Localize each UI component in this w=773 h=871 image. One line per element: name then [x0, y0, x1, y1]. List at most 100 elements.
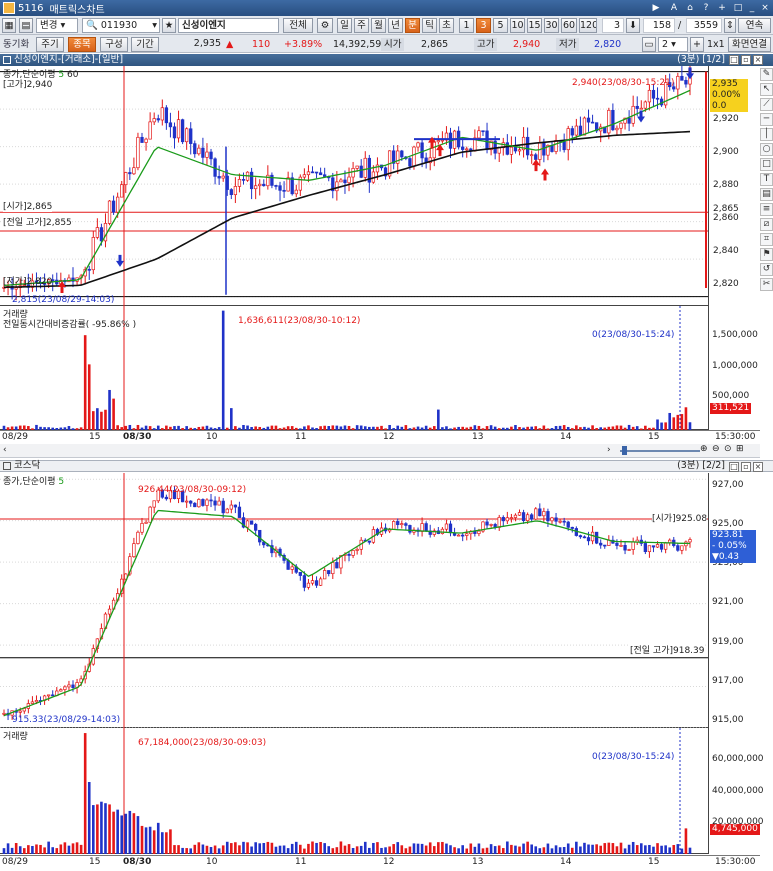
candle: [477, 530, 481, 534]
rectangle-icon[interactable]: □: [760, 158, 773, 171]
candle: [408, 525, 412, 533]
window-icon[interactable]: ▤: [19, 18, 33, 33]
split-icon[interactable]: ▭: [642, 37, 656, 52]
interval-1-button[interactable]: 1: [459, 18, 474, 33]
text-icon[interactable]: T: [760, 173, 773, 186]
vertical-line-icon[interactable]: │: [760, 128, 773, 141]
screen-link-button[interactable]: 화면연결: [728, 37, 771, 52]
config-button[interactable]: 구성: [100, 37, 128, 52]
split-select[interactable]: 2 ▾: [658, 37, 688, 52]
grid-tool-icon[interactable]: ⧄: [760, 218, 773, 231]
channel-icon[interactable]: ≡: [760, 203, 773, 216]
help-icon[interactable]: ?: [700, 2, 712, 14]
undo-icon[interactable]: ↺: [760, 263, 773, 276]
volume-bar: [672, 417, 676, 430]
continuous-button[interactable]: 연속: [738, 18, 771, 33]
scroll-thumb[interactable]: [622, 446, 627, 455]
scroll-right-icon[interactable]: ›: [607, 445, 611, 455]
favorite-icon[interactable]: ★: [162, 18, 176, 33]
zoom-out-icon[interactable]: ⊖: [712, 444, 720, 454]
spin-icon[interactable]: ⇕: [724, 18, 736, 33]
pin-icon[interactable]: +: [716, 2, 728, 14]
cycle-button[interactable]: 주기: [36, 37, 64, 52]
chart1-maximize-icon[interactable]: □: [729, 55, 739, 65]
grid-icon[interactable]: ▦: [2, 18, 16, 33]
checkbox-icon[interactable]: [3, 461, 11, 470]
candle: [331, 562, 335, 575]
range-button[interactable]: 기간: [131, 37, 159, 52]
chart2-plot[interactable]: [0, 473, 708, 728]
chart1-low-line-annotation: [저가]2,820: [3, 277, 53, 287]
candle: [249, 171, 254, 190]
horizontal-line-icon[interactable]: ─: [760, 113, 773, 126]
play-icon[interactable]: ▶: [650, 2, 662, 14]
erase-icon[interactable]: ✂: [760, 278, 773, 291]
interval-5-button[interactable]: 5: [493, 18, 508, 33]
flag-icon[interactable]: ⚑: [760, 248, 773, 261]
settings-icon[interactable]: ⚙: [317, 18, 333, 33]
period-week-button[interactable]: 주: [354, 18, 369, 33]
volume-bar: [583, 842, 586, 854]
volume-bar: [47, 841, 50, 854]
volume2-plot[interactable]: [0, 728, 708, 854]
zoom-fit-icon[interactable]: ⊞: [736, 444, 744, 454]
candle: [302, 575, 307, 588]
interval-120-button[interactable]: 120: [579, 18, 597, 33]
volume2-pane[interactable]: 거래량 67,184,000(23/08/30-09:03) 0(23/08/3…: [0, 728, 708, 854]
chart1-restore-icon[interactable]: ▫: [741, 55, 751, 65]
candle: [185, 128, 189, 143]
period-month-button[interactable]: 월: [371, 18, 386, 33]
chart2-price-pane[interactable]: 종가,단순이평 5 926.44(23/08/30-09:12) [시가]925…: [0, 473, 708, 728]
chart1-close-icon[interactable]: ×: [753, 55, 763, 65]
chart1-price-pane[interactable]: 종가,단순이평 5 60 [고가]2,940 2,940(23/08/30-15…: [0, 66, 708, 306]
scale-label[interactable]: 1x1: [707, 38, 725, 51]
home-icon[interactable]: ⌂: [684, 2, 696, 14]
period-tick-button[interactable]: 틱: [422, 18, 437, 33]
pattern-icon[interactable]: ⌗: [760, 233, 773, 246]
item-button[interactable]: 종목: [68, 37, 96, 52]
restore-icon[interactable]: □: [732, 2, 744, 14]
chart2-restore-icon[interactable]: ▫: [741, 462, 751, 472]
period-second-button[interactable]: 초: [439, 18, 454, 33]
period-year-button[interactable]: 년: [388, 18, 403, 33]
count-input[interactable]: 158: [643, 18, 675, 33]
font-icon[interactable]: A: [668, 2, 680, 14]
total-input[interactable]: 3559: [686, 18, 722, 33]
interval-15-button[interactable]: 15: [527, 18, 542, 33]
candle: [570, 128, 574, 136]
interval-10-button[interactable]: 10: [510, 18, 525, 33]
volume1-pane[interactable]: 거래량 전일동시간대비증감률( -95.86% ) 1,636,611(23/0…: [0, 306, 708, 430]
interval-60-button[interactable]: 60: [561, 18, 577, 33]
chart1-plot[interactable]: [0, 66, 708, 306]
scroll-left-icon[interactable]: ‹: [3, 445, 7, 455]
checkbox-icon[interactable]: [3, 55, 11, 64]
all-button[interactable]: 전체: [283, 18, 313, 33]
interval-input[interactable]: 3: [602, 18, 624, 33]
candle: [168, 122, 173, 128]
horizontal-scrollbar[interactable]: ‹ › ⊕ ⊖ ⊙ ⊞: [0, 444, 760, 458]
candle: [635, 105, 639, 109]
stock-code-input[interactable]: 🔍 011930 ▾: [82, 18, 160, 33]
zoom-in-icon[interactable]: ⊕: [700, 444, 708, 454]
candle: [400, 150, 404, 158]
interval-30-button[interactable]: 30: [544, 18, 559, 33]
candle: [152, 500, 156, 508]
download-icon[interactable]: ⬇: [626, 18, 640, 33]
minimize-icon[interactable]: _: [746, 2, 758, 14]
chart2-maximize-icon[interactable]: □: [729, 462, 739, 472]
pencil-icon[interactable]: ✎: [760, 68, 773, 81]
period-minute-button[interactable]: 분: [405, 18, 420, 33]
zoom-reset-icon[interactable]: ⊙: [724, 444, 732, 454]
interval-3-button[interactable]: 3: [476, 18, 491, 33]
period-day-button[interactable]: 일: [337, 18, 352, 33]
circle-icon[interactable]: ○: [760, 143, 773, 156]
scroll-slider[interactable]: [620, 450, 700, 452]
cursor-icon[interactable]: ↖: [760, 83, 773, 96]
add-icon[interactable]: +: [690, 37, 704, 52]
chart2-close-icon[interactable]: ×: [753, 462, 763, 472]
x-tick: 15: [89, 432, 101, 442]
change-select[interactable]: 변경 ▾: [36, 18, 78, 33]
trendline-icon[interactable]: ⟋: [760, 98, 773, 111]
close-icon[interactable]: ×: [759, 2, 771, 14]
fib-icon[interactable]: ▤: [760, 188, 773, 201]
